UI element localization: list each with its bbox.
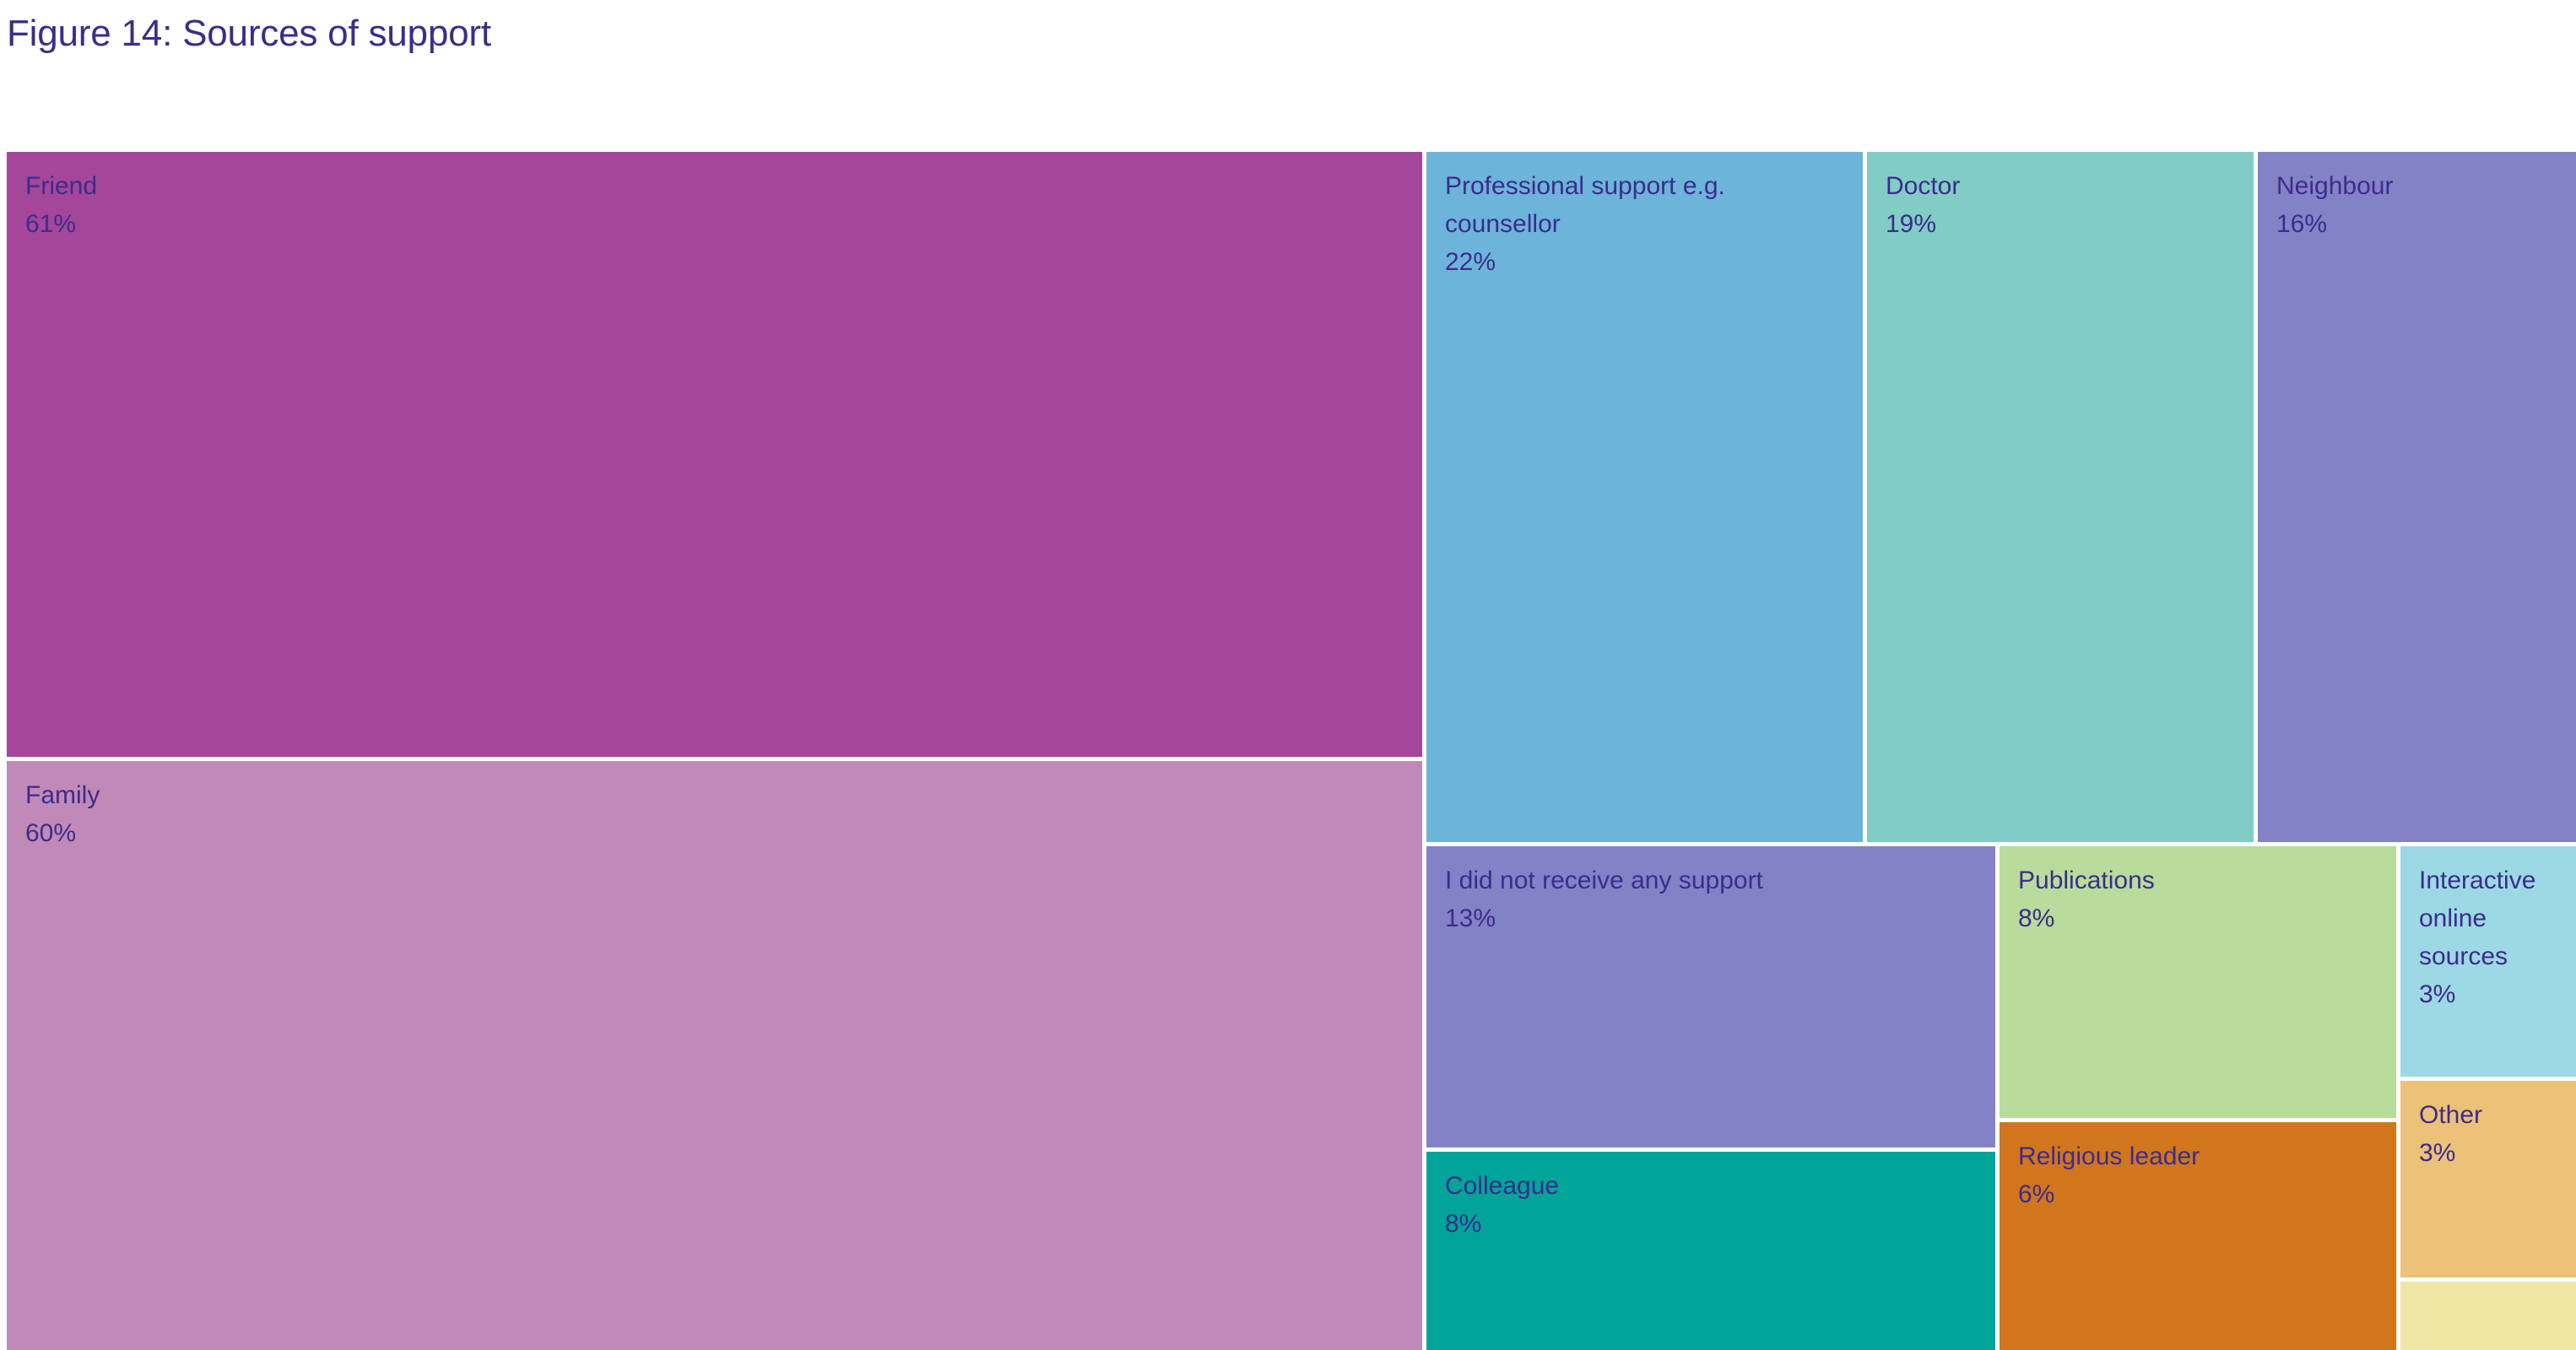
treemap-tile-label: I did not receive any support [1445,867,1763,894]
treemap-tile-value: 19% [1886,210,1937,238]
treemap-tile-label: Colleague [1445,1172,1560,1200]
treemap-tile-value: 16% [2276,210,2328,238]
treemap-tile[interactable]: Other 3% [2400,1081,2576,1277]
treemap-tile[interactable]: Doctor 19% [1867,152,2254,842]
treemap-tile-label: Religious leader [2018,1142,2200,1170]
treemap-tile[interactable]: Religious leader 6% [2000,1122,2396,1350]
treemap-tile-label: Family [25,781,100,809]
treemap-tile-value: 22% [1445,248,1496,276]
treemap-tile-value: 13% [1445,904,1496,932]
treemap-tile[interactable]: Neighbour 16% [2258,152,2576,842]
treemap-tile[interactable]: Publications 8% [2000,846,2396,1118]
treemap-tile[interactable]: I did not receive any support 13% [1426,846,1995,1148]
treemap-tile-value: 6% [2018,1180,2055,1208]
treemap-tile[interactable]: Colleague 8% [1426,1152,1995,1350]
treemap-tile-label: Publications [2018,867,2155,894]
treemap-tile-label: Other [2419,1101,2483,1129]
treemap-tile-value: 61% [25,210,77,238]
treemap-tile[interactable]: Professional support e.g. counsellor 22% [1426,152,1863,842]
treemap-tile-label: Doctor [1886,172,1961,200]
treemap-tile-label: Friend [25,172,98,200]
treemap-tile[interactable]: Interactive online sources 3% [2400,846,2576,1077]
treemap-chart: Friend 61% Family 60% Professional support e… [0,0,2576,1350]
treemap-tile-value: 8% [1445,1210,1482,1238]
treemap-tile-value: 3% [2419,1139,2456,1167]
treemap-tile-label: Neighbour [2276,172,2394,200]
treemap-tile-label: Professional support e.g. counsellor [1445,172,1725,238]
treemap-tile-label: Interactive online sources [2419,867,2536,970]
treemap-tile[interactable]: Friend 61% [7,152,1422,757]
treemap-tile[interactable]: Family 60% [7,761,1422,1350]
treemap-tile-value: 3% [2419,980,2456,1008]
treemap-tile-value: 8% [2018,904,2055,932]
treemap-tile[interactable] [2400,1282,2576,1350]
figure-container: Figure 14: Sources of support Friend 61% F… [0,0,2576,1350]
treemap-tile-value: 60% [25,819,77,847]
